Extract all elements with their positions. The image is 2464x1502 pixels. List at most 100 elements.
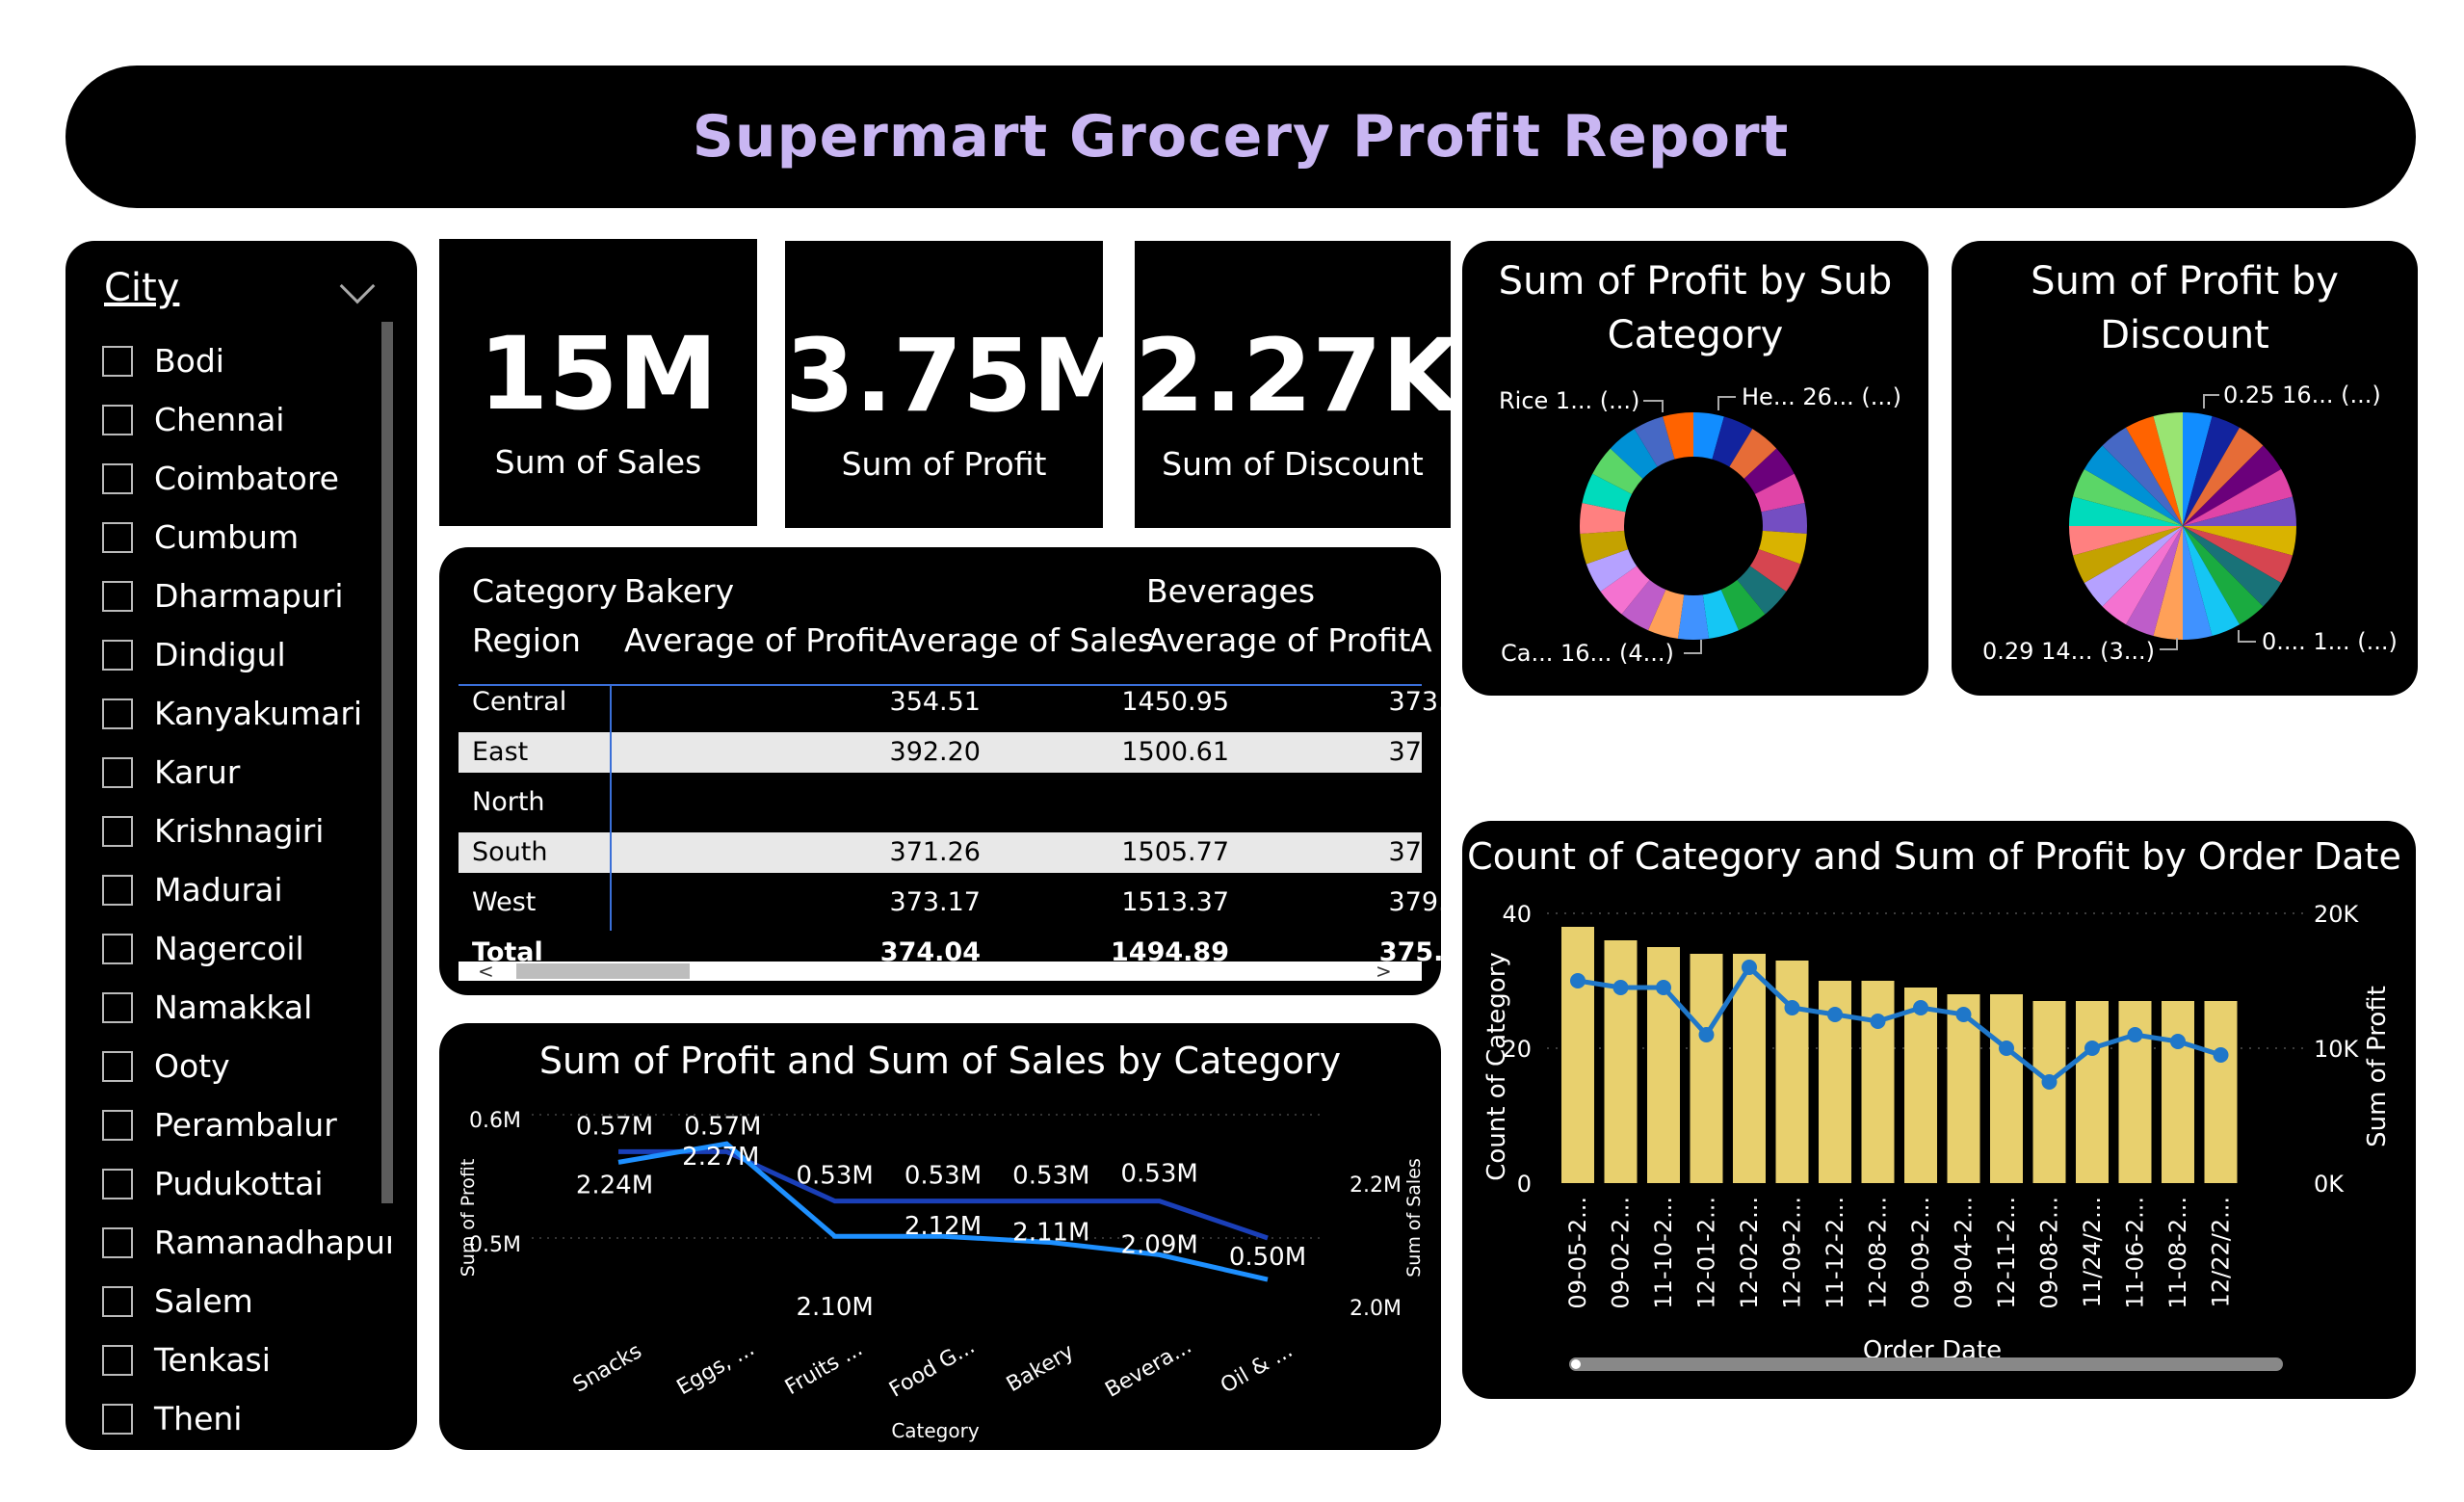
checkbox[interactable]: [102, 756, 133, 788]
matrix-row[interactable]: North: [459, 782, 1422, 823]
bar[interactable]: [1690, 954, 1723, 1183]
line-point[interactable]: [1698, 1027, 1715, 1042]
line-point[interactable]: [1913, 1000, 1928, 1015]
checkbox[interactable]: [102, 462, 133, 494]
data-label: 0.53M: [1012, 1162, 1089, 1191]
checkbox[interactable]: [102, 1226, 133, 1258]
category-profit-combo-chart[interactable]: Count of Category and Sum of Profit by O…: [1462, 821, 2416, 1399]
matrix-measure-profit-beverages[interactable]: Average of Profit: [1146, 621, 1410, 659]
checkbox[interactable]: [102, 345, 133, 377]
bar[interactable]: [2162, 1001, 2194, 1183]
checkbox[interactable]: [102, 1109, 133, 1141]
matrix-col-bakery[interactable]: Bakery: [624, 572, 734, 610]
city-option[interactable]: Krishnagiri: [102, 802, 391, 860]
bar[interactable]: [2204, 1001, 2238, 1183]
scroll-left-icon[interactable]: <: [478, 960, 494, 983]
checkbox[interactable]: [102, 1344, 133, 1376]
line-point[interactable]: [1955, 1007, 1972, 1022]
slicer-scrollbar[interactable]: [381, 322, 393, 1203]
bar[interactable]: [2076, 1001, 2109, 1183]
matrix-measure-profit[interactable]: Average of Profit: [624, 621, 888, 659]
checkbox[interactable]: [102, 1403, 133, 1435]
city-option[interactable]: Perambalur: [102, 1095, 391, 1154]
line-point[interactable]: [1656, 980, 1671, 995]
city-option[interactable]: Kanyakumari: [102, 684, 391, 743]
matrix-row-region: West: [472, 887, 537, 917]
matrix-row[interactable]: South 371.26 1505.77 370.30: [459, 832, 1441, 873]
city-option[interactable]: Ooty: [102, 1037, 391, 1095]
checkbox[interactable]: [102, 1285, 133, 1317]
city-slicer[interactable]: City Bodi Chennai Coimbatore Cumbum Dharmapu…: [66, 241, 417, 1450]
x-tick-label: 12-02-2...: [1736, 1197, 1763, 1309]
city-option[interactable]: Theni: [102, 1389, 391, 1448]
matrix-cell: 373.23: [1388, 687, 1441, 717]
checkbox[interactable]: [102, 404, 133, 435]
line-point[interactable]: [1784, 1000, 1800, 1015]
line-point[interactable]: [1570, 973, 1586, 988]
combo-hscrollbar[interactable]: [1570, 1357, 2283, 1371]
matrix-row[interactable]: East 392.20 1500.61 375.32: [459, 732, 1441, 773]
y-axis-title-right: Sum of Sales: [1403, 1158, 1425, 1278]
city-option[interactable]: Ramanadhapur...: [102, 1213, 391, 1272]
x-tick-label: Snacks: [569, 1339, 646, 1397]
bar[interactable]: [1861, 981, 1895, 1183]
matrix-row-divider: [610, 684, 612, 931]
line-point[interactable]: [2041, 1074, 2058, 1090]
matrix-row[interactable]: Central 354.51 1450.95 373.23: [459, 682, 1441, 723]
city-option[interactable]: Salem: [102, 1272, 391, 1331]
matrix-row[interactable]: West 373.17 1513.37 379.85: [459, 883, 1441, 923]
checkbox[interactable]: [102, 991, 133, 1023]
profit-by-subcategory-donut[interactable]: Sum of Profit by Sub Category Rice 1... …: [1462, 241, 1928, 696]
line-point[interactable]: [1612, 980, 1629, 995]
checkbox[interactable]: [102, 933, 133, 964]
checkbox[interactable]: [102, 815, 133, 847]
city-option[interactable]: Nagercoil: [102, 919, 391, 978]
city-option[interactable]: Chennai: [102, 390, 391, 449]
city-option[interactable]: Cumbum: [102, 508, 391, 567]
city-option[interactable]: Dindigul: [102, 625, 391, 684]
city-option[interactable]: Namakkal: [102, 978, 391, 1037]
line-point[interactable]: [1999, 1041, 2014, 1056]
scroll-handle[interactable]: [1569, 1357, 1583, 1371]
city-option[interactable]: Madurai: [102, 860, 391, 919]
line-point[interactable]: [2170, 1034, 2186, 1049]
checkbox[interactable]: [102, 1168, 133, 1199]
line-point[interactable]: [1827, 1007, 1843, 1022]
checkbox[interactable]: [102, 580, 133, 612]
report-title: Supermart Grocery Profit Report: [692, 103, 1790, 171]
bar[interactable]: [2032, 1001, 2066, 1183]
line-point[interactable]: [2084, 1041, 2100, 1056]
checkbox[interactable]: [102, 521, 133, 553]
checkbox[interactable]: [102, 698, 133, 729]
data-label: 2.12M: [904, 1212, 982, 1241]
city-option[interactable]: Coimbatore: [102, 449, 391, 508]
chevron-down-icon[interactable]: [339, 268, 376, 304]
scroll-right-icon[interactable]: >: [1376, 960, 1392, 983]
bar[interactable]: [1990, 994, 2023, 1183]
city-option[interactable]: Dharmapuri: [102, 567, 391, 625]
line-point[interactable]: [1870, 1014, 1886, 1029]
checkbox[interactable]: [102, 874, 133, 906]
checkbox[interactable]: [102, 639, 133, 671]
city-option[interactable]: Pudukottai: [102, 1154, 391, 1213]
profit-sales-line-chart[interactable]: Sum of Profit and Sum of Sales by Catego…: [439, 1023, 1441, 1450]
bar[interactable]: [1604, 940, 1638, 1183]
bar[interactable]: [1904, 988, 1937, 1183]
city-option[interactable]: Karur: [102, 743, 391, 802]
matrix-measure-sales[interactable]: Average of Sales: [888, 621, 1154, 659]
city-option-label: Namakkal: [154, 988, 313, 1026]
matrix-hscroll-thumb[interactable]: [516, 963, 690, 979]
line-point[interactable]: [1742, 960, 1757, 975]
bar[interactable]: [1561, 927, 1594, 1183]
city-option-label: Karur: [154, 753, 241, 791]
city-option[interactable]: Tenkasi: [102, 1331, 391, 1389]
city-option[interactable]: Bodi: [102, 331, 391, 390]
x-tick-label: 12-08-2...: [1865, 1197, 1892, 1309]
line-point[interactable]: [2213, 1047, 2229, 1063]
line-point[interactable]: [2127, 1027, 2143, 1042]
profit-sales-matrix[interactable]: Category Bakery Beverages Region Average…: [439, 547, 1441, 995]
profit-by-discount-pie[interactable]: Sum of Profit by Discount 0.25 16... (..…: [1952, 241, 2418, 696]
checkbox[interactable]: [102, 1050, 133, 1082]
matrix-col-beverages[interactable]: Beverages: [1146, 572, 1315, 610]
kpi-value: 2.27K: [1135, 317, 1460, 435]
